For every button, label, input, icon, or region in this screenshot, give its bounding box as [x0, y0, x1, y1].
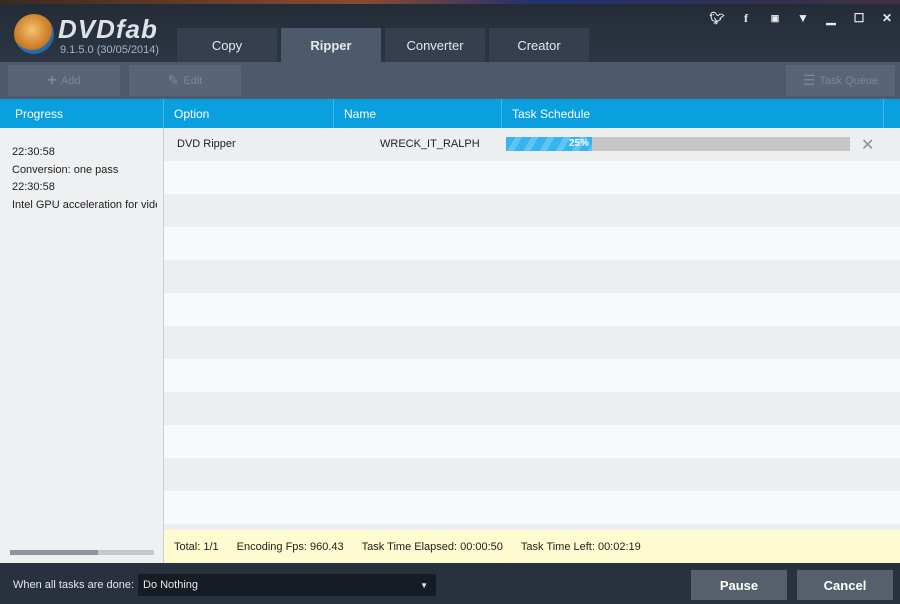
edit-label: Edit: [183, 74, 203, 87]
youtube-icon[interactable]: ▣: [764, 8, 786, 28]
time-left: Task Time Left: 00:02:19: [520, 540, 641, 553]
when-done-label: When all tasks are done:: [13, 579, 135, 591]
add-label: Add: [60, 74, 81, 87]
task-progress-bar: 25%: [506, 137, 850, 151]
task-queue-button[interactable]: ☰ Task Queue: [786, 65, 895, 96]
tab-creator[interactable]: Creator: [489, 28, 591, 62]
table-row: [164, 392, 900, 425]
maximize-icon[interactable]: ☐: [848, 8, 870, 28]
log-scrollbar[interactable]: [10, 550, 154, 555]
table-header: Progress Option Name Task Schedule: [0, 99, 900, 128]
twitter-icon[interactable]: 🐦︎: [706, 8, 728, 28]
plus-icon: +: [47, 71, 57, 89]
tab-ripper[interactable]: Ripper: [281, 28, 383, 62]
cancel-button[interactable]: Cancel: [797, 570, 893, 600]
header-progress: Progress: [0, 99, 164, 128]
version-label: 9.1.5.0 (30/05/2014): [60, 44, 160, 56]
total-count: Total: 1/1: [174, 540, 219, 553]
progress-log-panel: [0, 128, 164, 563]
list-icon: ☰: [802, 72, 816, 88]
dropdown-icon[interactable]: ▼: [792, 8, 814, 28]
when-done-value: Do Nothing: [143, 579, 199, 591]
task-queue-label: Task Queue: [819, 74, 879, 87]
header-option[interactable]: Option: [164, 99, 334, 128]
header-task-schedule[interactable]: Task Schedule: [502, 99, 884, 128]
close-icon[interactable]: ✕: [876, 8, 898, 28]
task-option: DVD Ripper: [177, 138, 236, 150]
when-done-select[interactable]: Do Nothing ▼: [138, 574, 436, 596]
log-line: Intel GPU acceleration for video: [12, 199, 157, 211]
table-row: [164, 458, 900, 491]
edit-icon: ✎: [167, 72, 180, 88]
app-logo: [14, 14, 54, 54]
log-line: 22:30:58: [12, 146, 55, 158]
progress-fill: 25%: [506, 137, 592, 151]
banner-strip: [0, 0, 900, 4]
pause-button[interactable]: Pause: [691, 570, 787, 600]
minimize-icon[interactable]: ▁: [820, 8, 842, 28]
scrollbar-thumb[interactable]: [10, 550, 98, 555]
table-row: [164, 194, 900, 227]
chevron-down-icon: ▼: [420, 580, 428, 590]
facebook-icon[interactable]: f: [735, 8, 757, 28]
table-row: [164, 326, 900, 359]
table-row: [164, 260, 900, 293]
time-elapsed: Task Time Elapsed: 00:00:50: [361, 540, 503, 553]
status-footer: Total: 1/1 Encoding Fps: 960.43 Task Tim…: [164, 530, 900, 563]
add-button[interactable]: + Add: [8, 65, 120, 96]
task-name: WRECK_IT_RALPH: [380, 138, 480, 150]
header-name[interactable]: Name: [334, 99, 502, 128]
brand-name: DVDfab: [58, 14, 158, 44]
log-line: 22:30:58: [12, 181, 55, 193]
remove-task-icon[interactable]: ✕: [861, 135, 874, 155]
task-list: [164, 128, 900, 557]
encoding-fps: Encoding Fps: 960.43: [236, 540, 344, 553]
tab-copy[interactable]: Copy: [177, 28, 279, 62]
edit-button[interactable]: ✎ Edit: [129, 65, 241, 96]
log-line: Conversion: one pass: [12, 164, 119, 176]
tab-converter[interactable]: Converter: [385, 28, 487, 62]
